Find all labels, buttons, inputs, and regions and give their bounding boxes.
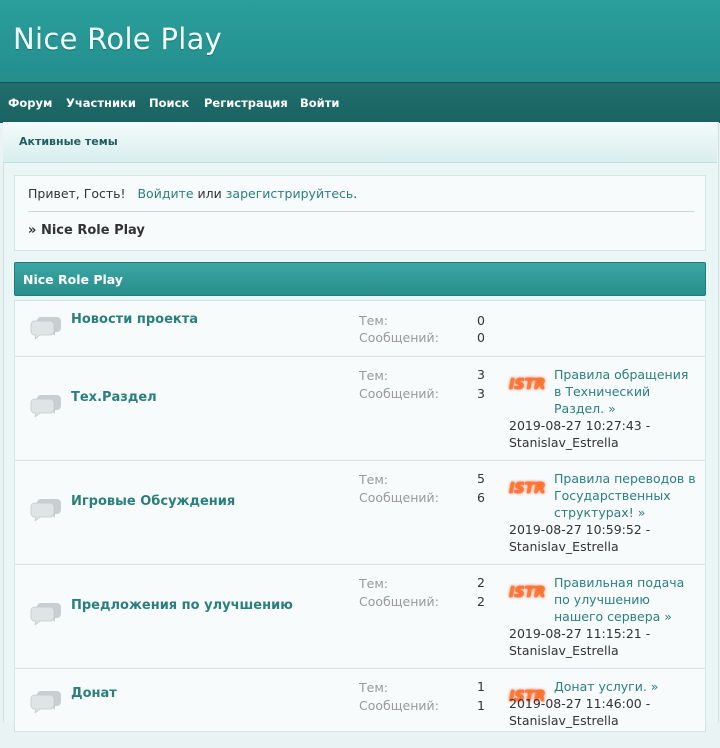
topics-count: 1	[477, 679, 485, 694]
board-row: Предложения по улучшению Тем: Сообщений:…	[15, 564, 705, 669]
board-link[interactable]: Новости проекта	[71, 312, 198, 327]
divider	[28, 211, 694, 212]
last-post-author: Stanislav_Estrella	[509, 643, 619, 658]
category-title[interactable]: Nice Role Play	[23, 272, 123, 287]
topics-label: Тем:	[359, 680, 388, 695]
board-link[interactable]: Игровые Обсуждения	[71, 494, 235, 509]
last-post-author: Stanislav_Estrella	[509, 713, 619, 728]
welcome-line: Привет, Гость! Войдите или зарегистрируй…	[28, 186, 357, 201]
forum-bubble-icon	[30, 317, 61, 339]
topics-count: 0	[477, 313, 485, 328]
forum-bubble-icon	[30, 691, 61, 713]
greeting-text: Привет, Гость!	[28, 186, 126, 201]
topics-label: Тем:	[359, 313, 388, 328]
breadcrumb: » Nice Role Play	[28, 223, 145, 238]
board-row: Тех.Раздел Тем: Сообщений: 3 3 ISTR Прав…	[15, 356, 705, 461]
nav-register[interactable]: Регистрация	[204, 96, 288, 110]
welcome-box: Привет, Гость! Войдите или зарегистрируй…	[14, 175, 706, 251]
last-post-date: 2019-08-27 10:27:43 -	[509, 418, 651, 433]
posts-count: 1	[477, 698, 485, 713]
posts-label: Сообщений:	[359, 698, 439, 713]
board-list: Новости проекта Тем: Сообщений: 0 0 Тех.…	[14, 300, 706, 732]
topics-label: Тем:	[359, 472, 388, 487]
user-avatar[interactable]: ISTR	[509, 373, 547, 395]
posts-count: 2	[477, 594, 485, 609]
topics-count: 3	[477, 367, 485, 382]
posts-label: Сообщений:	[359, 594, 439, 609]
board-row: Донат Тем: Сообщений: 1 1 ISTR Донат усл…	[15, 668, 705, 748]
board-link[interactable]: Тех.Раздел	[71, 390, 157, 405]
breadcrumb-arrow: »	[28, 223, 37, 238]
last-post-link[interactable]: Донат услуги. »	[554, 678, 699, 695]
board-row: Новости проекта Тем: Сообщений: 0 0	[15, 301, 705, 357]
posts-label: Сообщений:	[359, 330, 439, 345]
register-link[interactable]: зарегистрируйтесь	[226, 186, 354, 201]
posts-count: 0	[477, 330, 485, 345]
user-avatar[interactable]: ISTR	[509, 477, 547, 499]
board-link[interactable]: Донат	[71, 686, 117, 701]
nav-users[interactable]: Участники	[66, 96, 136, 110]
board-row: Игровые Обсуждения Тем: Сообщений: 5 6 I…	[15, 460, 705, 565]
posts-label: Сообщений:	[359, 490, 439, 505]
period-text: .	[353, 186, 358, 201]
breadcrumb-home[interactable]: Nice Role Play	[41, 223, 145, 238]
last-post-link[interactable]: Правильная подача по улучшению нашего се…	[554, 574, 699, 625]
forum-bubble-icon	[30, 603, 61, 625]
forum-bubble-icon	[30, 499, 61, 521]
or-text: или	[197, 186, 222, 201]
last-post-link[interactable]: Правила переводов в Государственных стру…	[554, 470, 699, 521]
last-post-date: 2019-08-27 11:15:21 -	[509, 626, 651, 641]
active-topics-link[interactable]: Активные темы	[19, 135, 118, 148]
board-link[interactable]: Предложения по улучшению	[71, 598, 293, 613]
login-link[interactable]: Войдите	[137, 186, 193, 201]
site-title[interactable]: Nice Role Play	[13, 22, 222, 56]
posts-label: Сообщений:	[359, 386, 439, 401]
topics-count: 2	[477, 575, 485, 590]
topics-label: Тем:	[359, 368, 388, 383]
last-post-date: 2019-08-27 11:46:00 -	[509, 696, 651, 711]
nav-forum[interactable]: Форум	[8, 96, 52, 110]
topics-label: Тем:	[359, 576, 388, 591]
nav-login[interactable]: Войти	[300, 96, 339, 110]
last-post-date: 2019-08-27 10:59:52 -	[509, 522, 651, 537]
last-post-author: Stanislav_Estrella	[509, 539, 619, 554]
forum-bubble-icon	[30, 395, 61, 417]
nav-search[interactable]: Поиск	[149, 96, 189, 110]
main-nav: Форум Участники Поиск Регистрация Войти	[0, 82, 720, 123]
topics-count: 5	[477, 471, 485, 486]
user-avatar[interactable]: ISTR	[509, 581, 547, 603]
last-post-link[interactable]: Правила обращения в Технический Раздел. …	[554, 366, 699, 417]
posts-count: 6	[477, 490, 485, 505]
posts-count: 3	[477, 386, 485, 401]
last-post-author: Stanislav_Estrella	[509, 435, 619, 450]
category-header: Nice Role Play	[14, 262, 706, 296]
site-header: Nice Role Play	[0, 0, 720, 82]
